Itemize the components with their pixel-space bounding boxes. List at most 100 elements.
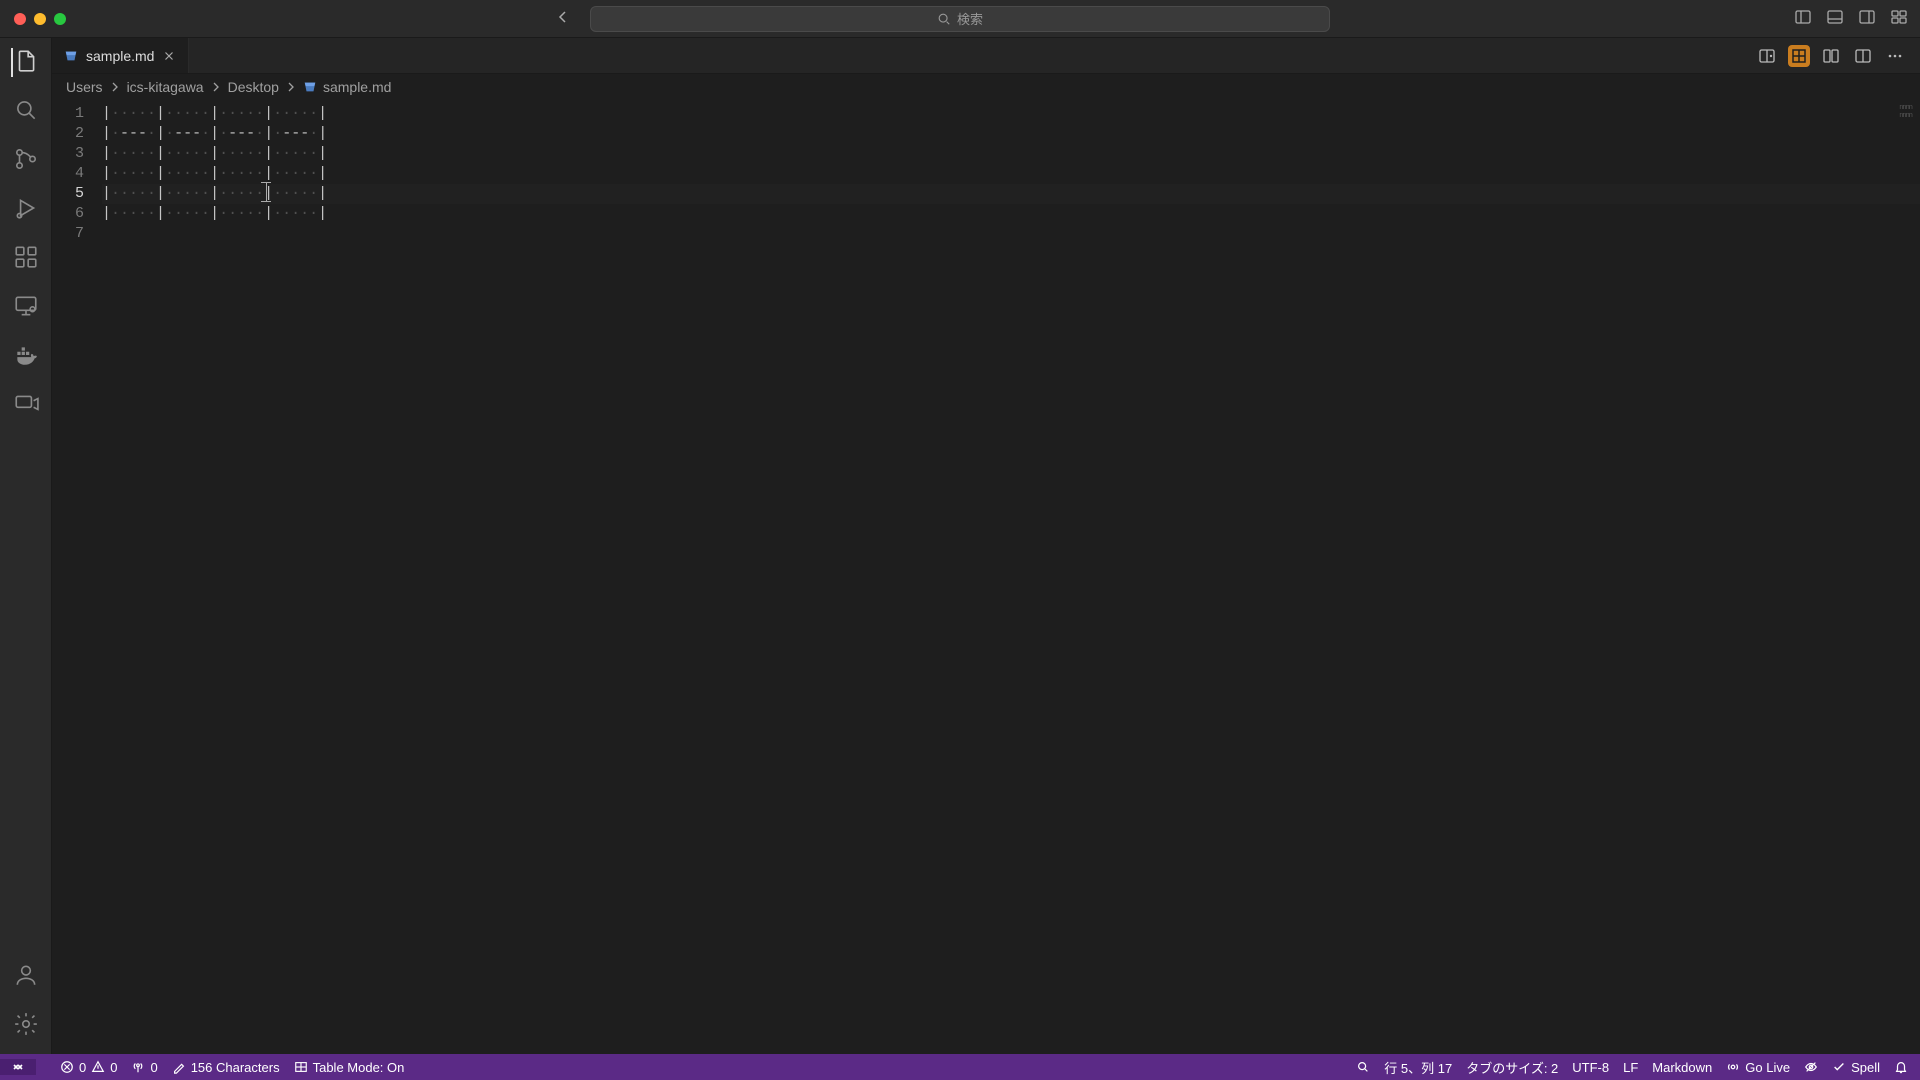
remote-window-button[interactable]	[0, 1059, 36, 1075]
chars-label: 156 Characters	[191, 1060, 280, 1075]
feedback-button[interactable]	[1356, 1060, 1370, 1074]
language-mode-button[interactable]: Markdown	[1652, 1060, 1712, 1075]
line-number: 3	[52, 144, 84, 164]
spell-label: Spell	[1851, 1060, 1880, 1075]
minimize-window-button[interactable]	[34, 13, 46, 25]
eye-toggle-button[interactable]	[1804, 1060, 1818, 1074]
line-number: 4	[52, 164, 84, 184]
code-line[interactable]: |·····|·····|·····|·····|	[102, 184, 1920, 204]
search-icon	[937, 12, 951, 26]
editor-tabs: sample.md	[52, 38, 1920, 74]
markdown-file-icon	[303, 80, 317, 94]
breadcrumb-file[interactable]: sample.md	[323, 79, 391, 95]
cursor-position-button[interactable]: 行 5、列 17	[1384, 1058, 1452, 1077]
problems-button[interactable]: 0 0	[60, 1060, 117, 1075]
bell-icon	[1894, 1060, 1908, 1074]
line-number: 7	[52, 224, 84, 244]
search-placeholder: 検索	[957, 9, 983, 28]
line-number: 1	[52, 104, 84, 124]
line-gutter: 1 2 3 4 5 6 7	[52, 100, 102, 1054]
run-debug-activity[interactable]	[13, 195, 39, 224]
code-line[interactable]: |·---·|·---·|·---·|·---·|	[102, 124, 1920, 144]
window-controls	[0, 13, 66, 25]
encoding-label: UTF-8	[1572, 1060, 1609, 1075]
code-line[interactable]: |·····|·····|·····|·····|	[102, 164, 1920, 184]
table-mode-button[interactable]: Table Mode: On	[294, 1060, 405, 1075]
go-live-button[interactable]: Go Live	[1726, 1060, 1790, 1075]
breadcrumb-segment[interactable]: ics-kitagawa	[127, 79, 204, 95]
titlebar-layout-controls	[1794, 8, 1908, 29]
customize-layout-button[interactable]	[1890, 8, 1908, 29]
eol-label: LF	[1623, 1060, 1638, 1075]
tab-label: sample.md	[86, 48, 154, 64]
nav-back-button[interactable]	[555, 9, 571, 28]
line-number: 6	[52, 204, 84, 224]
accounts-button[interactable]	[13, 962, 39, 991]
live-share-activity[interactable]	[13, 391, 39, 420]
close-tab-icon[interactable]	[162, 49, 176, 63]
chevron-right-icon	[109, 81, 121, 93]
line-number: 5	[52, 184, 84, 204]
toggle-panel-button[interactable]	[1826, 8, 1844, 29]
titlebar: 検索	[0, 0, 1920, 38]
maximize-window-button[interactable]	[54, 13, 66, 25]
editor-body[interactable]: nnnnnnnn 1 2 3 4 5 6 7 |·····|·····|····…	[52, 100, 1920, 1054]
more-actions-button[interactable]	[1884, 45, 1906, 67]
breadcrumb-segment[interactable]: Users	[66, 79, 103, 95]
errors-count: 0	[79, 1060, 86, 1075]
spell-check-button[interactable]: Spell	[1832, 1060, 1880, 1075]
code-line[interactable]: |·····|·····|·····|·····|	[102, 204, 1920, 224]
open-preview-side-button[interactable]	[1756, 45, 1778, 67]
warnings-count: 0	[110, 1060, 117, 1075]
broadcast-icon	[1726, 1060, 1740, 1074]
code-line[interactable]: |·····|·····|·····|·····|	[102, 104, 1920, 124]
notifications-button[interactable]	[1894, 1060, 1908, 1074]
main-area: sample.md Users ics-kitagawa Desktop sam…	[0, 38, 1920, 1054]
eye-off-icon	[1804, 1060, 1818, 1074]
markdown-table-mode-button[interactable]	[1788, 45, 1810, 67]
remote-explorer-activity[interactable]	[13, 293, 39, 322]
ports-button[interactable]: 0	[131, 1060, 157, 1075]
markdown-file-icon	[64, 49, 78, 63]
split-editor-button[interactable]	[1852, 45, 1874, 67]
tab-sample-md[interactable]: sample.md	[52, 38, 189, 73]
table-icon	[294, 1060, 308, 1074]
toggle-secondary-sidebar-button[interactable]	[1858, 8, 1876, 29]
character-count[interactable]: 156 Characters	[172, 1060, 280, 1075]
breadcrumb-segment[interactable]: Desktop	[228, 79, 279, 95]
activity-bar	[0, 38, 52, 1054]
go-live-label: Go Live	[1745, 1060, 1790, 1075]
encoding-button[interactable]: UTF-8	[1572, 1060, 1609, 1075]
indentation-label: タブのサイズ: 2	[1466, 1058, 1558, 1077]
radio-tower-icon	[131, 1060, 145, 1074]
statusbar-right: 行 5、列 17 タブのサイズ: 2 UTF-8 LF Markdown Go …	[1356, 1058, 1920, 1077]
source-control-activity[interactable]	[13, 146, 39, 175]
eol-button[interactable]: LF	[1623, 1060, 1638, 1075]
cursor-position-label: 行 5、列 17	[1384, 1058, 1452, 1077]
chevron-right-icon	[285, 81, 297, 93]
breadcrumb[interactable]: Users ics-kitagawa Desktop sample.md	[52, 74, 1920, 100]
code-area[interactable]: |·····|·····|·····|·····| |·---·|·---·|·…	[102, 100, 1920, 1054]
pencil-icon	[172, 1060, 186, 1074]
open-changes-button[interactable]	[1820, 45, 1842, 67]
check-icon	[1832, 1060, 1846, 1074]
search activity[interactable]	[13, 97, 39, 126]
line-number: 2	[52, 124, 84, 144]
language-label: Markdown	[1652, 1060, 1712, 1075]
command-center-search[interactable]: 検索	[590, 6, 1330, 32]
table-mode-label: Table Mode: On	[313, 1060, 405, 1075]
chevron-right-icon	[210, 81, 222, 93]
code-line[interactable]: |·····|·····|·····|·····|	[102, 144, 1920, 164]
settings-gear-button[interactable]	[13, 1011, 39, 1040]
editor-actions	[1756, 38, 1920, 73]
close-window-button[interactable]	[14, 13, 26, 25]
extensions-activity[interactable]	[13, 244, 39, 273]
indentation-button[interactable]: タブのサイズ: 2	[1466, 1058, 1558, 1077]
search-icon	[1356, 1060, 1370, 1074]
docker-activity[interactable]	[13, 342, 39, 371]
statusbar-left: 0 0 0 156 Characters Table Mode: On	[0, 1059, 404, 1075]
toggle-primary-sidebar-button[interactable]	[1794, 8, 1812, 29]
explorer-activity[interactable]	[11, 48, 39, 77]
status-bar: 0 0 0 156 Characters Table Mode: On 行 5、…	[0, 1054, 1920, 1080]
error-icon	[60, 1060, 74, 1074]
